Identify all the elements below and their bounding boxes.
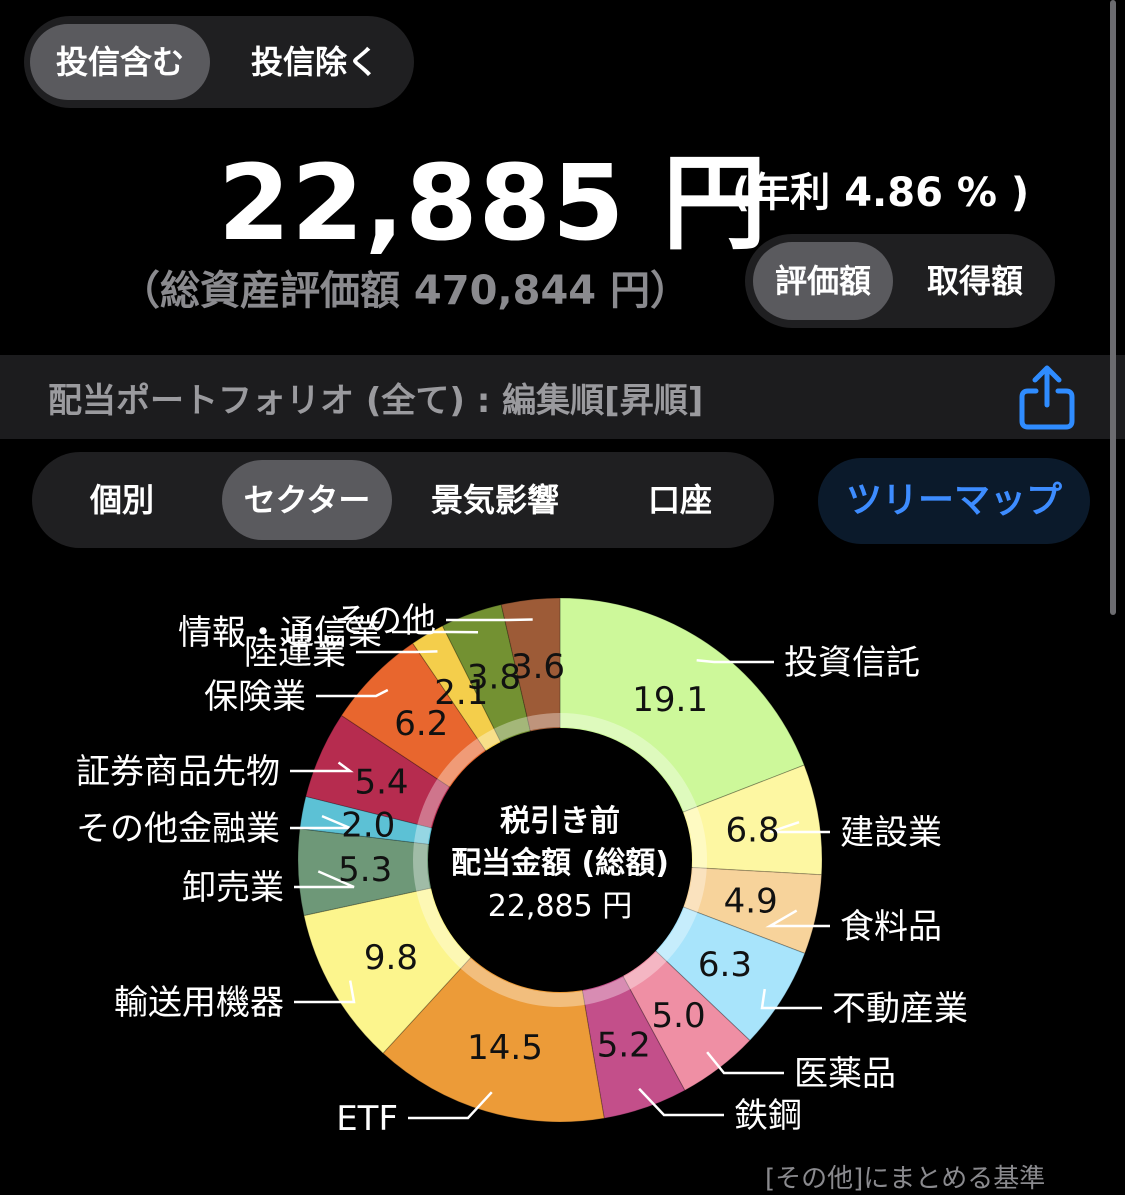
include-funds-option[interactable]: 投信含む [30, 24, 210, 100]
slice-category-label: 卸売業 [182, 868, 284, 908]
slice-value-label: 3.6 [511, 647, 565, 687]
slice-category-label: 建設業 [840, 813, 942, 853]
slice-category-label: 医薬品 [794, 1054, 896, 1094]
slice-value-label: 4.9 [724, 882, 778, 922]
slice-value-label: 5.4 [354, 762, 408, 802]
slice-category-label: 証券商品先物 [76, 752, 280, 792]
slice-value-label: 5.0 [652, 996, 706, 1036]
slice-value-label: 6.3 [698, 945, 752, 985]
slice-category-label: その他金融業 [76, 809, 280, 849]
eval-value-option[interactable]: 評価額 [753, 242, 893, 320]
tab-account[interactable]: 口座 [598, 460, 762, 540]
slice-category-label: 輸送用機器 [114, 983, 284, 1023]
slice-value-label: 2.0 [341, 806, 395, 846]
slice-value-label: 19.1 [632, 680, 708, 720]
slice-value-label: 5.2 [597, 1025, 651, 1065]
other-grouping-criteria-link[interactable]: [その他]にまとめる基準 [765, 1158, 1045, 1195]
treemap-button[interactable]: ツリーマップ [818, 458, 1090, 544]
slice-value-label: 9.8 [364, 938, 418, 978]
slice-category-label: 不動産業 [832, 989, 968, 1029]
slice-category-label: 鉄鋼 [734, 1096, 802, 1136]
tab-economic-impact[interactable]: 景気影響 [402, 460, 588, 540]
center-label-line2: 配当金額 (総額) [451, 846, 669, 881]
annual-yield: (年利 4.86 % ) [732, 160, 1029, 218]
leader-line [697, 660, 774, 662]
dividend-amount: 22,885 円 [218, 118, 768, 269]
center-label-line1: 税引き前 [500, 804, 620, 839]
center-label-line3: 22,885 円 [488, 889, 633, 924]
slice-category-label: その他 [334, 601, 436, 641]
slice-value-label: 5.3 [338, 850, 392, 890]
tab-individual[interactable]: 個別 [42, 460, 202, 540]
tab-sector[interactable]: セクター [222, 460, 392, 540]
valuation-toggle: 評価額 取得額 [745, 234, 1055, 328]
slice-category-label: 食料品 [840, 907, 942, 947]
sector-donut-chart: 19.16.84.96.35.05.214.59.85.32.05.46.22.… [0, 560, 1125, 1160]
fund-include-toggle: 投信含む 投信除く [24, 16, 414, 108]
exclude-funds-option[interactable]: 投信除く [224, 24, 406, 100]
slice-category-label: 投資信託 [784, 643, 920, 683]
slice-category-label: ETF [336, 1099, 398, 1139]
total-asset-value: （総資産評価額 470,844 円） [120, 258, 690, 316]
scrollbar[interactable] [1110, 0, 1116, 615]
cost-value-option[interactable]: 取得額 [903, 242, 1047, 320]
portfolio-title: 配当ポートフォリオ (全て) : 編集順[昇順] [48, 373, 703, 422]
share-icon[interactable] [1016, 363, 1078, 431]
slice-category-label: 保険業 [204, 677, 306, 717]
slice-value-label: 6.8 [726, 810, 780, 850]
slice-value-label: 14.5 [467, 1028, 543, 1068]
portfolio-header: 配当ポートフォリオ (全て) : 編集順[昇順] [0, 355, 1125, 439]
view-tabs: 個別 セクター 景気影響 口座 [32, 452, 774, 548]
